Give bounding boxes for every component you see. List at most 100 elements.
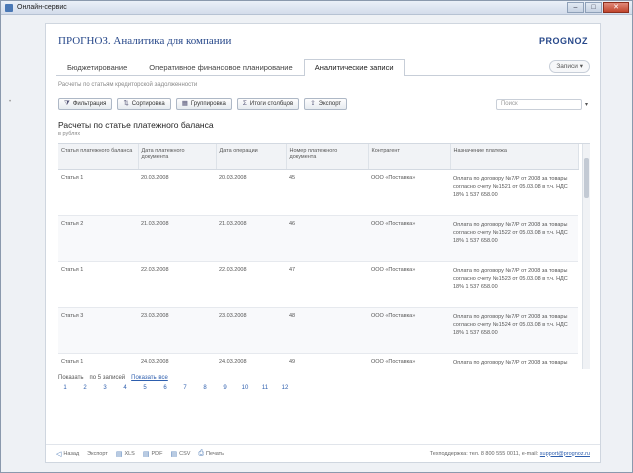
export-button[interactable]: ⇪ Экспорт xyxy=(304,98,348,110)
totals-button[interactable]: Σ Итоги столбцов xyxy=(236,98,300,110)
column-header[interactable]: Номер платежного документа xyxy=(286,144,369,170)
csv-label: CSV xyxy=(179,450,191,457)
table-cell: 47 xyxy=(286,261,368,308)
table-cell: Оплата по договору №7/Р от 2008 за товар… xyxy=(450,307,578,354)
page-link[interactable]: 9 xyxy=(218,385,232,391)
xls-button[interactable]: ▤ XLS xyxy=(116,450,135,458)
data-table-container: Статья платежного баланса Дата платежног… xyxy=(58,143,590,369)
tab-more-label: Записи xyxy=(556,63,578,70)
page-link[interactable]: 6 xyxy=(158,385,172,391)
table-cell: 22.03.2008 xyxy=(216,261,286,308)
page-link[interactable]: 12 xyxy=(278,385,292,391)
per-page-select[interactable]: по 5 записей xyxy=(90,375,126,381)
support-email-link[interactable]: support@prognoz.ru xyxy=(540,451,590,457)
table-row[interactable]: Статья 1 20.03.2008 20.03.2008 45 ООО «П… xyxy=(58,169,578,216)
page-link[interactable]: 5 xyxy=(138,385,152,391)
csv-icon: ▤ xyxy=(170,450,178,458)
pdf-icon: ▤ xyxy=(142,450,150,458)
report-subtitle: в рублях xyxy=(58,131,81,137)
table-row[interactable]: Статья 1 24.03.2008 24.03.2008 49 ООО «П… xyxy=(58,353,578,369)
table-cell: 24.03.2008 xyxy=(216,353,286,369)
table-cell: 48 xyxy=(286,307,368,354)
table-cell: ООО «Поставка» xyxy=(368,215,450,262)
minimize-button[interactable]: – xyxy=(567,1,584,13)
window-controls: – □ ✕ xyxy=(566,1,629,14)
back-button[interactable]: ◁ Назад xyxy=(56,450,79,458)
sort-label: Сортировка xyxy=(131,101,165,107)
table-cell: 21.03.2008 xyxy=(216,215,286,262)
table-cell: 21.03.2008 xyxy=(138,215,216,262)
column-header[interactable]: Назначение платежа xyxy=(450,144,579,170)
table-scrollbar[interactable] xyxy=(582,144,590,369)
report-title: Расчеты по статье платежного баланса xyxy=(58,120,214,130)
support-info: Техподдержка: тел. 8 800 555 0011, e-mai… xyxy=(430,451,590,457)
table-cell: 23.03.2008 xyxy=(138,307,216,354)
tab-more-button[interactable]: Записи ▾ xyxy=(549,60,590,73)
csv-button[interactable]: ▤ CSV xyxy=(170,450,190,458)
table-cell: Оплата по договору №7/Р от 2008 за товар… xyxy=(450,215,578,262)
search-input[interactable]: Поиск xyxy=(495,98,582,110)
pdf-label: PDF xyxy=(151,450,163,457)
filter-icon: ⧩ xyxy=(64,100,70,107)
column-header[interactable]: Контрагент xyxy=(368,144,451,170)
table-cell: ООО «Поставка» xyxy=(368,307,450,354)
page-link[interactable]: 11 xyxy=(258,385,272,391)
group-button[interactable]: ▦ Группировка xyxy=(175,98,232,110)
xls-label: XLS xyxy=(124,450,135,457)
table-cell: Статья 2 xyxy=(58,215,138,262)
group-label: Группировка xyxy=(190,101,226,107)
pager-label: Показать xyxy=(58,375,84,381)
table-cell: Оплата по договору №7/Р от 2008 за товар… xyxy=(450,353,578,369)
pagination: 1 2 3 4 5 6 7 8 9 10 11 12 xyxy=(58,385,588,391)
table-row[interactable]: Статья 3 23.03.2008 23.03.2008 48 ООО «П… xyxy=(58,307,578,354)
tab-budgeting[interactable]: Бюджетирование xyxy=(56,60,138,75)
filter-label: Фильтрация xyxy=(72,101,107,107)
show-all-link[interactable]: Показать все xyxy=(131,375,168,381)
main-content: ПРОГНОЗ. Аналитика для компании PROGNOZ … xyxy=(45,23,601,463)
scrollbar-thumb[interactable] xyxy=(584,158,589,198)
support-text: Техподдержка: тел. 8 800 555 0011, e-mai… xyxy=(429,450,539,457)
page-link[interactable]: 8 xyxy=(198,385,212,391)
page-link[interactable]: 2 xyxy=(78,385,92,391)
table-cell: 20.03.2008 xyxy=(138,169,216,216)
column-header[interactable]: Статья платежного баланса xyxy=(58,144,139,170)
toolbar: ⧩ Фильтрация ⇅ Сортировка ▦ Группировка … xyxy=(58,96,588,112)
close-button[interactable]: ✕ xyxy=(603,1,629,13)
table-row[interactable]: Статья 2 21.03.2008 21.03.2008 46 ООО «П… xyxy=(58,215,578,262)
filter-button[interactable]: ⧩ Фильтрация xyxy=(58,98,113,110)
table-cell: Статья 1 xyxy=(58,261,138,308)
table-cell: Статья 1 xyxy=(58,353,138,369)
pdf-button[interactable]: ▤ PDF xyxy=(143,450,163,458)
page-link[interactable]: 7 xyxy=(178,385,192,391)
table-cell: ООО «Поставка» xyxy=(368,353,450,369)
product-title: ПРОГНОЗ. Аналитика для компании xyxy=(58,35,232,47)
table-cell: 45 xyxy=(286,169,368,216)
sort-icon: ⇅ xyxy=(123,100,129,107)
page-link[interactable]: 3 xyxy=(98,385,112,391)
print-button[interactable]: ⎙ Печать xyxy=(198,450,224,458)
table-cell: 23.03.2008 xyxy=(216,307,286,354)
page-link[interactable]: 1 xyxy=(58,385,72,391)
page-link[interactable]: 4 xyxy=(118,385,132,391)
export-label: Экспорт xyxy=(318,101,342,107)
brand-logo: PROGNOZ xyxy=(538,36,588,46)
tab-analytics[interactable]: Аналитические записи xyxy=(303,59,405,76)
table-cell: Статья 3 xyxy=(58,307,138,354)
report-breadcrumb: Расчеты по статьям кредиторской задолжен… xyxy=(58,82,198,88)
title-bar: Онлайн-сервис – □ ✕ xyxy=(1,1,632,15)
chevron-down-icon[interactable]: ▾ xyxy=(585,101,588,108)
export-icon: ⇪ xyxy=(310,100,316,107)
maximize-button[interactable]: □ xyxy=(585,1,602,13)
table-cell: 24.03.2008 xyxy=(138,353,216,369)
page-link[interactable]: 10 xyxy=(238,385,252,391)
table-row[interactable]: Статья 1 22.03.2008 22.03.2008 47 ООО «П… xyxy=(58,261,578,308)
tab-financial-planning[interactable]: Оперативное финансовое планирование xyxy=(138,60,303,75)
tab-extra[interactable] xyxy=(405,60,427,75)
totals-label: Итоги столбцов xyxy=(249,101,294,107)
sort-button[interactable]: ⇅ Сортировка xyxy=(117,98,171,110)
column-header[interactable]: Дата платежного документа xyxy=(138,144,217,170)
column-header[interactable]: Дата операции xyxy=(216,144,287,170)
table-cell: 20.03.2008 xyxy=(216,169,286,216)
app-header: ПРОГНОЗ. Аналитика для компании PROGNOZ xyxy=(46,24,600,58)
footer-bar: ◁ Назад Экспорт ▤ XLS ▤ PDF ▤ CSV ⎙ Печа… xyxy=(46,444,600,462)
